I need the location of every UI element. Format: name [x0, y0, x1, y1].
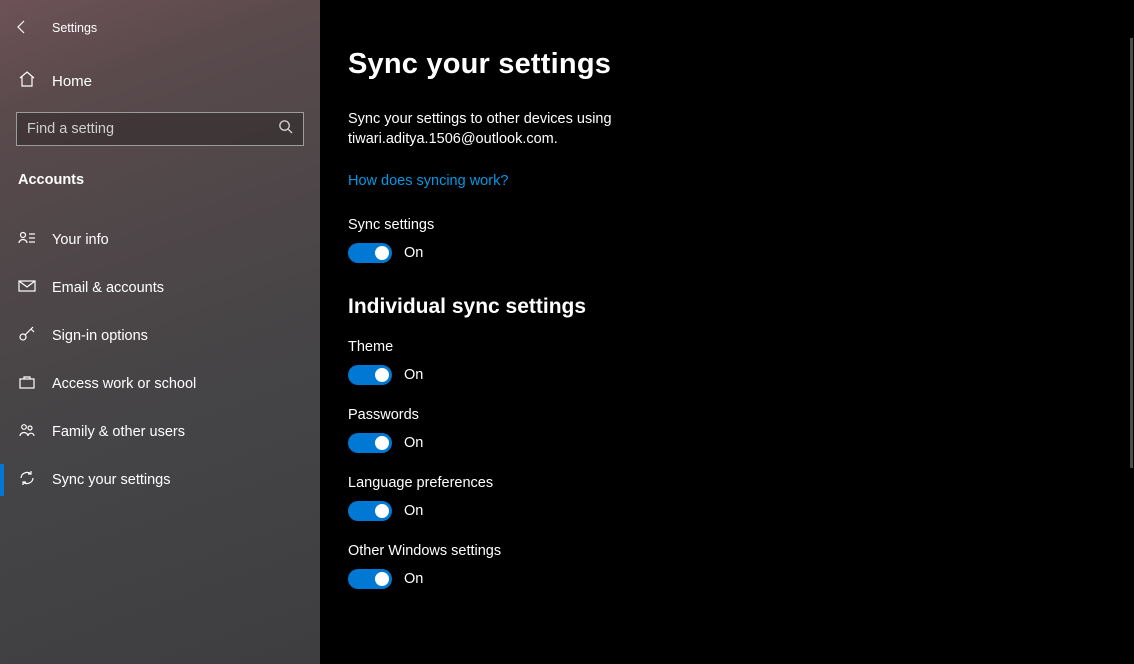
sidebar-item-label: Email & accounts	[52, 280, 164, 296]
sidebar: Settings Home Accounts Your info	[0, 0, 320, 664]
passwords-toggle[interactable]	[348, 433, 392, 453]
mail-icon	[18, 277, 36, 299]
page-title: Sync your settings	[348, 48, 1134, 81]
sidebar-item-label: Sync your settings	[52, 472, 170, 488]
toggle-label: Language preferences	[348, 475, 1134, 491]
home-label: Home	[52, 73, 92, 90]
individual-sync-heading: Individual sync settings	[348, 295, 1134, 319]
briefcase-icon	[18, 373, 36, 395]
sidebar-item-label: Your info	[52, 232, 109, 248]
scrollbar-thumb[interactable]	[1130, 38, 1133, 468]
search-input[interactable]	[27, 121, 278, 137]
home-nav[interactable]: Home	[0, 60, 320, 102]
sidebar-item-your-info[interactable]: Your info	[0, 216, 320, 264]
key-icon	[18, 325, 36, 347]
sidebar-item-family-users[interactable]: Family & other users	[0, 408, 320, 456]
sidebar-item-signin-options[interactable]: Sign-in options	[0, 312, 320, 360]
search-box[interactable]	[16, 112, 304, 146]
sidebar-item-label: Access work or school	[52, 376, 196, 392]
toggle-label: Passwords	[348, 407, 1134, 423]
person-card-icon	[18, 229, 36, 251]
home-icon	[18, 70, 36, 92]
master-toggle-label: Sync settings	[348, 217, 1134, 233]
sidebar-nav: Your info Email & accounts Sign-in optio…	[0, 216, 320, 504]
toggle-state: On	[404, 503, 423, 519]
sidebar-item-access-work-school[interactable]: Access work or school	[0, 360, 320, 408]
toggle-state: On	[404, 435, 423, 451]
people-icon	[18, 421, 36, 443]
toggle-label: Theme	[348, 339, 1134, 355]
toggle-state: On	[404, 245, 423, 261]
toggle-label: Other Windows settings	[348, 543, 1134, 559]
window-title: Settings	[52, 21, 97, 35]
toggle-state: On	[404, 571, 423, 587]
sync-description: Sync your settings to other devices usin…	[348, 109, 868, 150]
sidebar-item-sync-settings[interactable]: Sync your settings	[0, 456, 320, 504]
main-panel: Sync your settings Sync your settings to…	[320, 0, 1134, 664]
theme-toggle[interactable]	[348, 365, 392, 385]
search-icon	[278, 119, 293, 139]
back-button[interactable]	[14, 19, 30, 38]
sidebar-item-label: Family & other users	[52, 424, 185, 440]
toggle-state: On	[404, 367, 423, 383]
sidebar-item-email-accounts[interactable]: Email & accounts	[0, 264, 320, 312]
sync-settings-toggle[interactable]	[348, 243, 392, 263]
language-preferences-toggle[interactable]	[348, 501, 392, 521]
other-windows-settings-toggle[interactable]	[348, 569, 392, 589]
how-syncing-works-link[interactable]: How does syncing work?	[348, 173, 508, 189]
sidebar-section-header: Accounts	[0, 150, 320, 198]
sync-icon	[18, 469, 36, 491]
sidebar-item-label: Sign-in options	[52, 328, 148, 344]
